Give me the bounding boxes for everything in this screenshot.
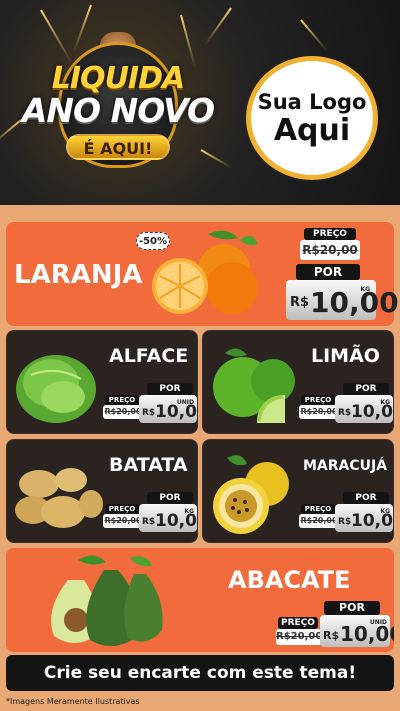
header-banner: LIQUIDA ANO NOVO É AQUI! Sua Logo Aqui bbox=[0, 0, 400, 205]
old-price: R$20,00 bbox=[299, 514, 339, 528]
product-card-maracuja[interactable]: MARACUJÁ PREÇO R$20,00 POR R$ 10,00 KG bbox=[202, 439, 394, 543]
product-card-abacate[interactable]: ABACATE PREÇO R$20,00 POR R$ 10,00 UNID bbox=[6, 548, 394, 652]
new-price: R$ 10,00 KG bbox=[139, 504, 197, 532]
por-label: POR bbox=[343, 383, 389, 395]
product-name: MARACUJÁ bbox=[303, 458, 388, 474]
por-label: POR bbox=[296, 264, 360, 280]
preco-label: PREÇO bbox=[105, 395, 139, 405]
new-price: R$ 10,00 KG bbox=[335, 395, 393, 423]
old-price: R$20,00 bbox=[276, 629, 322, 645]
old-price: R$20,00 bbox=[300, 240, 360, 260]
product-card-limao[interactable]: LIMÃO PREÇO R$20,00 POR R$ 10,00 KG bbox=[202, 330, 394, 434]
new-price: R$ 10,00 KG bbox=[335, 504, 393, 532]
preco-label: PREÇO bbox=[301, 504, 335, 514]
logo-placeholder[interactable]: Sua Logo Aqui bbox=[246, 56, 378, 180]
product-name: LARANJA bbox=[14, 260, 143, 290]
preco-label: PREÇO bbox=[301, 395, 335, 405]
discount-badge: -50% bbox=[136, 232, 170, 250]
por-label: POR bbox=[147, 492, 193, 504]
emblem-line2: ANO NOVO bbox=[21, 91, 215, 130]
preco-label: PREÇO bbox=[278, 617, 318, 629]
preco-label: PREÇO bbox=[105, 504, 139, 514]
liquida-emblem: LIQUIDA ANO NOVO É AQUI! bbox=[18, 32, 218, 172]
product-name: BATATA bbox=[109, 454, 188, 476]
product-card-alface[interactable]: ALFACE PREÇO R$20,00 POR R$ 10,00 UNID bbox=[6, 330, 198, 434]
product-name: ALFACE bbox=[109, 345, 189, 367]
emblem-line3: É AQUI! bbox=[66, 134, 170, 160]
new-price: R$ 10,00 UNID bbox=[139, 395, 197, 423]
passion-fruit-icon bbox=[213, 455, 289, 534]
disclaimer-note: *Imagens Meramente Ilustrativas bbox=[6, 697, 140, 706]
product-card-batata[interactable]: BATATA PREÇO R$20,00 POR R$ 10,00 KG bbox=[6, 439, 198, 543]
old-price: R$20,00 bbox=[299, 405, 339, 419]
por-label: POR bbox=[147, 383, 193, 395]
emblem-line1: LIQUIDA bbox=[51, 61, 185, 96]
potato-icon bbox=[15, 468, 103, 528]
cta-banner[interactable]: Crie seu encarte com este tema! bbox=[6, 655, 394, 691]
preco-label: PREÇO bbox=[304, 228, 356, 240]
new-price: R$ 10,00 UNID bbox=[320, 615, 394, 647]
logo-line2: Aqui bbox=[273, 112, 351, 148]
por-label: POR bbox=[343, 492, 389, 504]
product-name: ABACATE bbox=[228, 566, 351, 594]
lime-icon bbox=[213, 348, 295, 423]
por-label: POR bbox=[324, 601, 380, 615]
new-price: R$ 10,00 KG bbox=[286, 280, 399, 320]
old-price: R$20,00 bbox=[103, 405, 143, 419]
product-name: LIMÃO bbox=[311, 345, 380, 367]
avocado-icon bbox=[51, 555, 163, 647]
logo-line1: Sua Logo bbox=[257, 89, 367, 114]
lettuce-icon bbox=[16, 355, 96, 423]
old-price: R$20,00 bbox=[103, 514, 143, 528]
